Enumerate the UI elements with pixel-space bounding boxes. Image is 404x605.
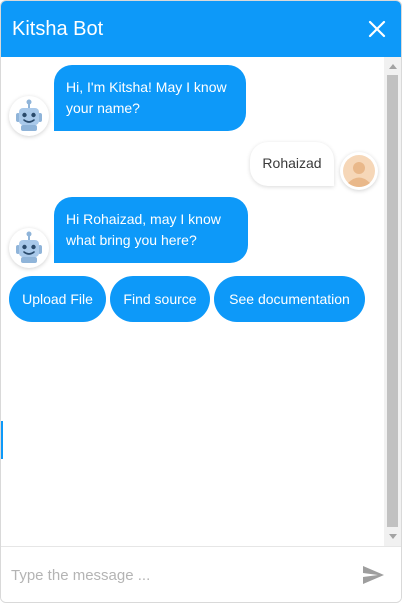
chat-header: Kitsha Bot xyxy=(1,1,401,57)
message-composer xyxy=(1,546,401,602)
focus-marker xyxy=(1,421,3,459)
bot-message-bubble: Hi Rohaizad, may I know what bring you h… xyxy=(54,197,248,263)
bot-message-text: Hi Rohaizad, may I know xyxy=(66,211,221,227)
bot-avatar xyxy=(9,96,49,136)
message-input[interactable] xyxy=(11,561,341,589)
message-list-scrollbar[interactable] xyxy=(384,57,401,546)
quick-reply-upload-file[interactable]: Upload File xyxy=(9,276,106,322)
quick-reply-find-source[interactable]: Find source xyxy=(110,276,210,322)
robot-icon xyxy=(9,231,49,272)
bot-message-text: Hi, I'm Kitsha! May I know xyxy=(66,79,227,95)
user-avatar-icon xyxy=(340,155,378,194)
robot-icon xyxy=(9,99,49,140)
bot-message-bubble: Hi, I'm Kitsha! May I know your name? xyxy=(54,65,246,131)
user-message-bubble: Rohaizad xyxy=(250,142,334,186)
close-icon[interactable] xyxy=(365,17,389,41)
user-message-text: Rohaizad xyxy=(262,155,322,171)
scroll-up-arrow-icon[interactable] xyxy=(389,64,397,69)
bot-message-text: your name? xyxy=(66,100,140,116)
quick-reply-see-documentation[interactable]: See documentation xyxy=(214,276,365,322)
chat-window: Kitsha Bot Hi, I'm Kitsha! May I know yo… xyxy=(0,0,402,603)
send-icon[interactable] xyxy=(361,563,385,587)
bot-avatar xyxy=(9,228,49,268)
scroll-down-arrow-icon[interactable] xyxy=(389,534,397,539)
chat-title: Kitsha Bot xyxy=(12,18,104,40)
user-avatar xyxy=(340,152,378,190)
bot-message-text: what bring you here? xyxy=(66,232,197,248)
scroll-thumb[interactable] xyxy=(387,75,398,527)
